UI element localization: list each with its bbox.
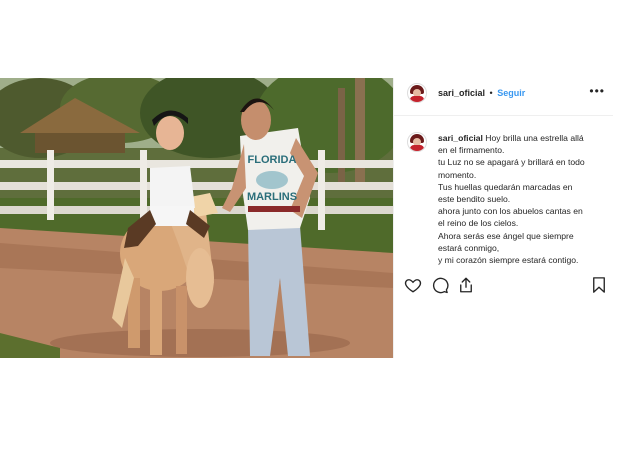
shirt-text-florida: FLORIDA [248, 154, 297, 166]
post-header: sari_oficial • Seguir ••• [394, 78, 613, 116]
follow-button[interactable]: Seguir [497, 88, 525, 98]
username-link[interactable]: sari_oficial [438, 88, 485, 98]
caption-section: sari_oficial Hoy brilla una estrella all… [394, 122, 613, 272]
post-side-panel: sari_oficial • Seguir ••• sari_oficial H… [393, 78, 613, 358]
caption-line: y mi corazón siempre estará contigo. [438, 255, 579, 266]
caption-line: este bendito suelo. [438, 194, 511, 205]
caption-text: sari_oficial Hoy brilla una estrella all… [438, 132, 602, 266]
more-options-icon[interactable]: ••• [589, 84, 605, 98]
caption-username[interactable]: sari_oficial [438, 133, 483, 143]
bookmark-icon[interactable] [590, 276, 608, 294]
caption-line: en el firmamento. [438, 145, 505, 156]
post-author: sari_oficial • Seguir [438, 88, 525, 98]
caption-avatar[interactable] [407, 132, 427, 152]
post-photo[interactable]: FLORIDA MARLINS [0, 78, 393, 358]
post-photo-image: FLORIDA MARLINS [0, 78, 393, 358]
share-icon[interactable] [457, 276, 475, 294]
caption-line: el reino de los cielos. [438, 218, 519, 229]
caption-line: Hoy brilla una estrella allá [485, 133, 584, 143]
caption-line: Ahora serás ese ángel que siempre [438, 230, 574, 241]
caption-line: Tus huellas quedarán marcadas en [438, 181, 573, 192]
comment-icon[interactable] [431, 276, 449, 294]
shirt-text-marlins: MARLINS [247, 191, 297, 203]
caption-line: tu Luz no se apagará y brillará en todo [438, 157, 585, 168]
caption-line: estará conmigo, [438, 242, 500, 253]
caption-line: momento. [438, 169, 477, 180]
instagram-post: FLORIDA MARLINS sari_oficial • Seguir ••… [0, 78, 613, 358]
heart-icon[interactable] [404, 276, 422, 294]
caption-line: ahora junto con los abuelos cantas en [438, 206, 583, 217]
separator-dot: • [489, 88, 493, 98]
avatar[interactable] [407, 83, 427, 103]
post-actions [394, 272, 613, 298]
